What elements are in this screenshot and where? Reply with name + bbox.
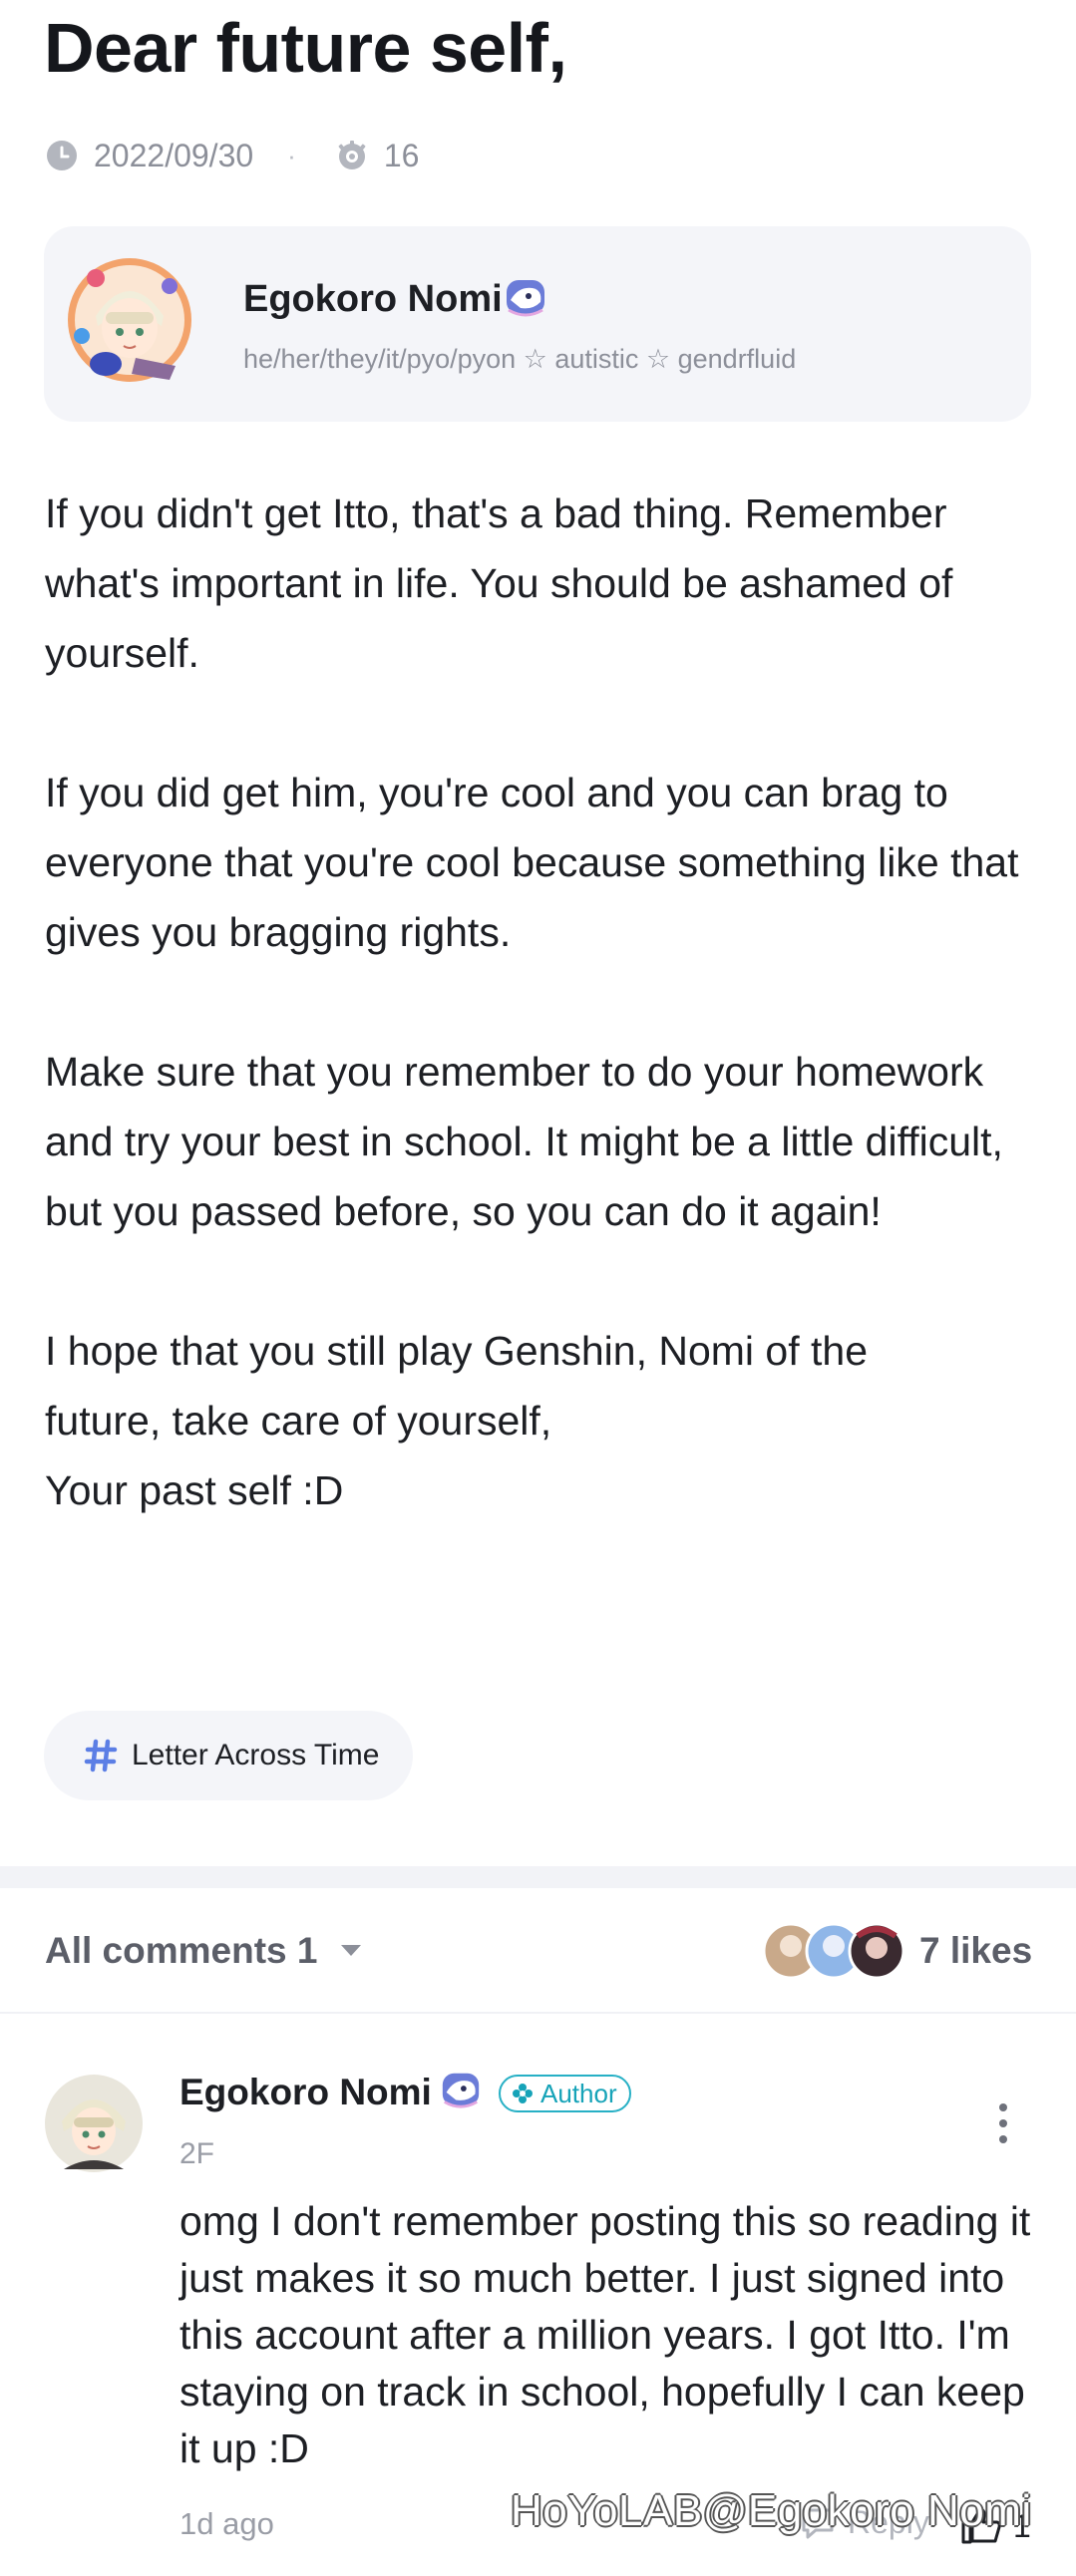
author-card[interactable]: Egokoro Nomi he/her/they/it/pyo/pyon ☆ a… xyxy=(44,226,1031,422)
author-badge: Author xyxy=(499,2075,631,2112)
post-title: Dear future self, xyxy=(44,9,567,87)
commenter-name[interactable]: Egokoro Nomi xyxy=(179,2072,432,2113)
author-badge-label: Author xyxy=(540,2078,617,2108)
post-paragraph: If you didn't get Itto, that's a bad thi… xyxy=(45,490,953,676)
creature-badge-icon xyxy=(442,2073,480,2108)
author-avatar[interactable] xyxy=(66,256,193,384)
comment-floor: 2F xyxy=(179,2137,215,2170)
post-paragraph: If you did get him, you're cool and you … xyxy=(45,770,1019,955)
post-closing-line: future, take care of yourself, xyxy=(45,1398,552,1444)
creature-badge-icon xyxy=(507,280,544,317)
comments-header: All comments 1 7 likes xyxy=(0,1888,1076,2014)
comment-time: 1d ago xyxy=(179,2506,274,2541)
commenter-avatar[interactable] xyxy=(44,2074,144,2173)
clock-icon xyxy=(47,141,77,170)
likers-avatars[interactable] xyxy=(762,1922,911,1980)
post-closing-line: Your past self :D xyxy=(45,1467,344,1513)
post-body: If you didn't get Itto, that's a bad thi… xyxy=(45,479,1042,1525)
caret-down-icon[interactable] xyxy=(339,1943,363,1959)
eye-icon xyxy=(338,141,366,169)
watermark: HoYoLAB@Egokoro Nomi xyxy=(511,2486,1032,2535)
section-divider xyxy=(0,1866,1076,1888)
flower-icon xyxy=(513,2084,533,2103)
topic-tag[interactable]: Letter Across Time xyxy=(44,1711,414,1800)
post-closing: I hope that you still play Genshin, Nomi… xyxy=(45,1316,1042,1525)
post-closing-line: I hope that you still play Genshin, Nomi… xyxy=(45,1328,869,1374)
post-date: 2022/09/30 xyxy=(94,137,254,173)
post-views: 16 xyxy=(383,137,420,173)
comments-sort-label[interactable]: All comments 1 xyxy=(45,1930,317,1972)
topic-tag-label[interactable]: Letter Across Time xyxy=(132,1739,379,1772)
post-meta: 2022/09/30 · 16 xyxy=(46,134,419,177)
likes-count[interactable]: 7 likes xyxy=(919,1930,1032,1972)
post-paragraph: Make sure that you remember to do your h… xyxy=(45,1049,1003,1234)
hashtag-icon xyxy=(84,1739,118,1772)
comment-text: omg I don't remember posting this so rea… xyxy=(179,2198,1031,2471)
author-bio: he/her/they/it/pyo/pyon ☆ autistic ☆ gen… xyxy=(243,344,797,374)
author-name[interactable]: Egokoro Nomi xyxy=(243,278,503,321)
more-vertical-icon[interactable] xyxy=(993,2101,1013,2145)
meta-separator: · xyxy=(287,140,296,170)
